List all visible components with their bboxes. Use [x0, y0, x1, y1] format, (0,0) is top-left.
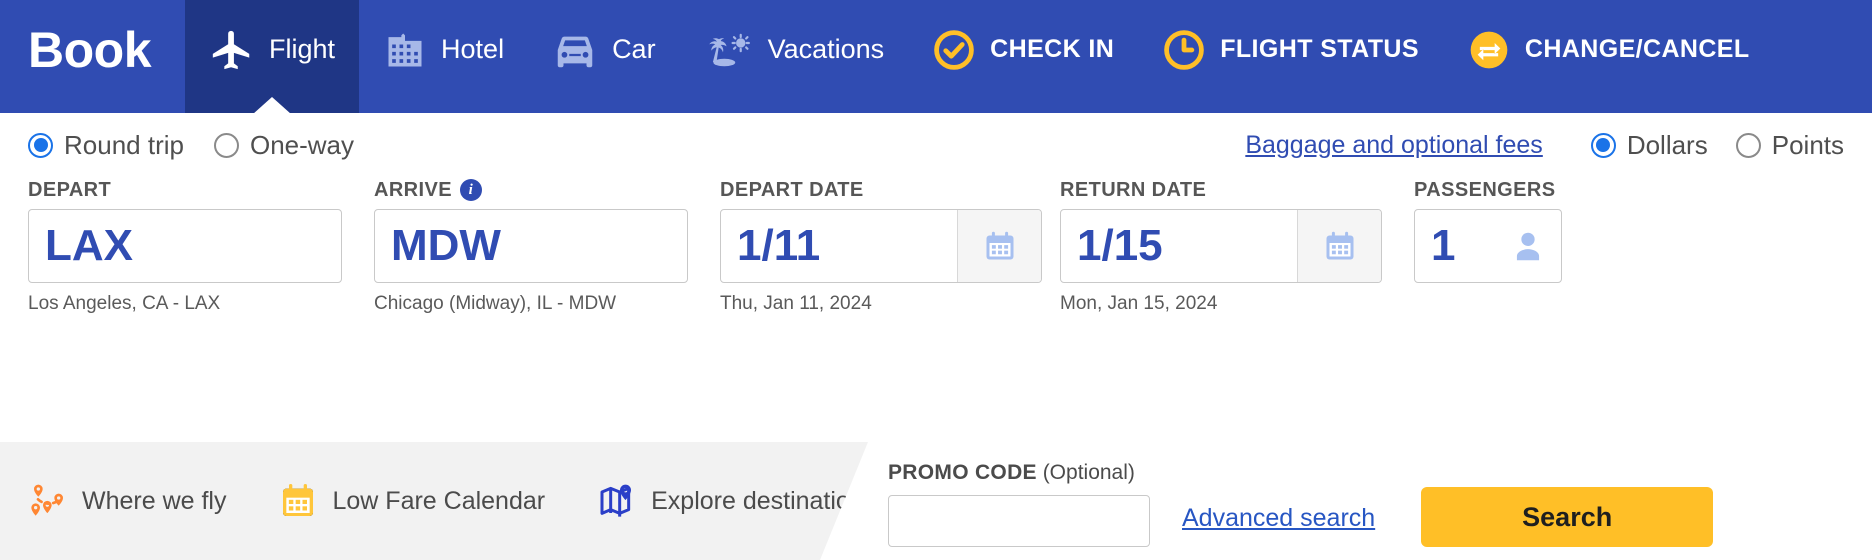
form-options-row: Round trip One-way Baggage and optional …	[28, 113, 1844, 165]
nav-item-label: Car	[612, 34, 656, 64]
radio-round-trip-dot	[28, 132, 53, 158]
field-depart-date: DEPART DATE 1/11 Thu, Jan 11, 2024	[720, 179, 1042, 315]
nav-item-label: Vacations	[767, 34, 885, 64]
field-passengers: PASSENGERS 1	[1414, 179, 1562, 283]
return-date-input[interactable]: 1/15	[1060, 209, 1382, 283]
hotel-building-icon	[383, 28, 427, 72]
promo-code-label: PROMO CODE (Optional)	[888, 461, 1150, 485]
radio-points-dot	[1735, 132, 1761, 158]
baggage-fees-link[interactable]: Baggage and optional fees	[1245, 131, 1542, 160]
nav-item-label: Flight	[269, 34, 336, 64]
nav-item-vacations[interactable]: Vacations	[680, 0, 909, 113]
passengers-value: 1	[1431, 221, 1456, 270]
depart-date-hint: Thu, Jan 11, 2024	[720, 293, 872, 314]
nav-item-car[interactable]: Car	[528, 0, 680, 113]
radio-one-way-dot	[213, 132, 239, 158]
radio-points-label: Points	[1771, 129, 1844, 160]
field-depart-label: DEPART	[28, 178, 112, 201]
radio-dollars[interactable]: Dollars	[1590, 129, 1708, 161]
form-fields-row: DEPART LAX Los Angeles, CA - LAX ARRIVE …	[28, 179, 1844, 315]
quick-link-label: Low Fare Calendar	[332, 486, 546, 515]
field-depart-date-label: DEPART DATE	[720, 178, 864, 201]
promo-block: PROMO CODE (Optional)	[888, 461, 1150, 547]
arrive-airport-hint: Chicago (Midway), IL - MDW	[374, 293, 617, 314]
radio-dollars-dot	[1590, 132, 1616, 158]
swap-arrows-icon	[1467, 28, 1511, 72]
nav-item-change-cancel[interactable]: CHANGE/CANCEL	[1443, 0, 1774, 113]
quick-link-where-we-fly[interactable]: Where we fly	[28, 481, 226, 521]
field-return-date: RETURN DATE 1/15 Mon, Jan 15, 2024	[1060, 179, 1382, 315]
nav-item-label: FLIGHT STATUS	[1220, 35, 1419, 63]
return-date-calendar-button[interactable]	[1297, 210, 1381, 282]
brand-label: Book	[28, 21, 152, 78]
field-arrive: ARRIVE i MDW Chicago (Midway), IL - MDW	[374, 179, 688, 315]
nav-item-flight[interactable]: Flight	[185, 0, 360, 114]
depart-airport-input[interactable]: LAX	[28, 209, 342, 283]
check-circle-icon	[932, 28, 976, 72]
radio-points[interactable]: Points	[1735, 129, 1844, 161]
brand-logo: Book	[0, 0, 185, 113]
passengers-input[interactable]: 1	[1414, 209, 1562, 283]
return-date-hint: Mon, Jan 15, 2024	[1060, 293, 1218, 314]
calendar-icon	[278, 481, 318, 521]
field-arrive-label: ARRIVE i	[374, 179, 688, 201]
calendar-icon	[982, 228, 1018, 264]
nav-item-label: Hotel	[441, 34, 505, 64]
booking-widget: Book Flight Hotel Car Vacations CHECK IN…	[0, 0, 1872, 560]
active-tab-caret	[253, 97, 292, 114]
nav-item-flight-status[interactable]: FLIGHT STATUS	[1138, 0, 1443, 113]
person-icon	[1509, 227, 1547, 265]
palm-tree-sun-icon	[704, 27, 754, 73]
field-passengers-label: PASSENGERS	[1414, 178, 1556, 201]
promo-search-area: PROMO CODE (Optional) Advanced search Se…	[888, 461, 1714, 547]
depart-airport-hint: Los Angeles, CA - LAX	[28, 293, 221, 314]
quick-link-label: Where we fly	[82, 486, 227, 515]
advanced-search-link[interactable]: Advanced search	[1182, 504, 1375, 533]
promo-code-label-optional: (Optional)	[1042, 461, 1135, 484]
radio-round-trip-label: Round trip	[64, 129, 184, 160]
airplane-icon	[209, 27, 255, 73]
quick-links-bar: Where we fly Low Fare Calendar Explore d…	[0, 442, 868, 560]
radio-one-way-label: One-way	[249, 129, 355, 160]
map-pin-icon	[597, 481, 637, 521]
radio-round-trip[interactable]: Round trip	[28, 130, 184, 161]
nav-item-label: CHANGE/CANCEL	[1524, 35, 1750, 63]
field-return-date-label: RETURN DATE	[1060, 178, 1207, 201]
search-button[interactable]: Search	[1421, 487, 1714, 547]
arrive-airport-value: MDW	[391, 221, 501, 270]
quick-link-explore-destinations[interactable]: Explore destinations	[597, 481, 876, 521]
depart-airport-value: LAX	[45, 221, 133, 270]
promo-code-input[interactable]	[888, 495, 1150, 547]
depart-date-input[interactable]: 1/11	[720, 209, 1042, 283]
search-form: Round trip One-way Baggage and optional …	[0, 113, 1872, 547]
quick-link-label: Explore destinations	[651, 486, 877, 515]
arrive-airport-input[interactable]: MDW	[374, 209, 688, 283]
car-icon	[552, 27, 598, 73]
route-pins-icon	[28, 481, 68, 521]
return-date-value: 1/15	[1077, 221, 1163, 270]
primary-nav: Book Flight Hotel Car Vacations CHECK IN…	[0, 0, 1872, 114]
promo-code-label-main: PROMO CODE	[888, 461, 1037, 484]
nav-item-check-in[interactable]: CHECK IN	[908, 0, 1138, 113]
field-arrive-label-text: ARRIVE	[374, 178, 452, 201]
calendar-icon	[1322, 228, 1358, 264]
field-depart: DEPART LAX Los Angeles, CA - LAX	[28, 179, 342, 315]
quick-link-low-fare-calendar[interactable]: Low Fare Calendar	[278, 481, 545, 521]
currency-group: Dollars Points	[1590, 129, 1844, 161]
radio-dollars-label: Dollars	[1626, 129, 1708, 160]
depart-date-calendar-button[interactable]	[957, 210, 1041, 282]
nav-item-label: CHECK IN	[990, 35, 1115, 63]
clock-icon	[1162, 28, 1206, 72]
nav-item-hotel[interactable]: Hotel	[359, 0, 528, 113]
depart-date-value: 1/11	[737, 221, 821, 270]
radio-one-way[interactable]: One-way	[213, 129, 355, 161]
trip-type-group: Round trip One-way	[28, 130, 354, 161]
info-icon[interactable]: i	[459, 179, 482, 201]
